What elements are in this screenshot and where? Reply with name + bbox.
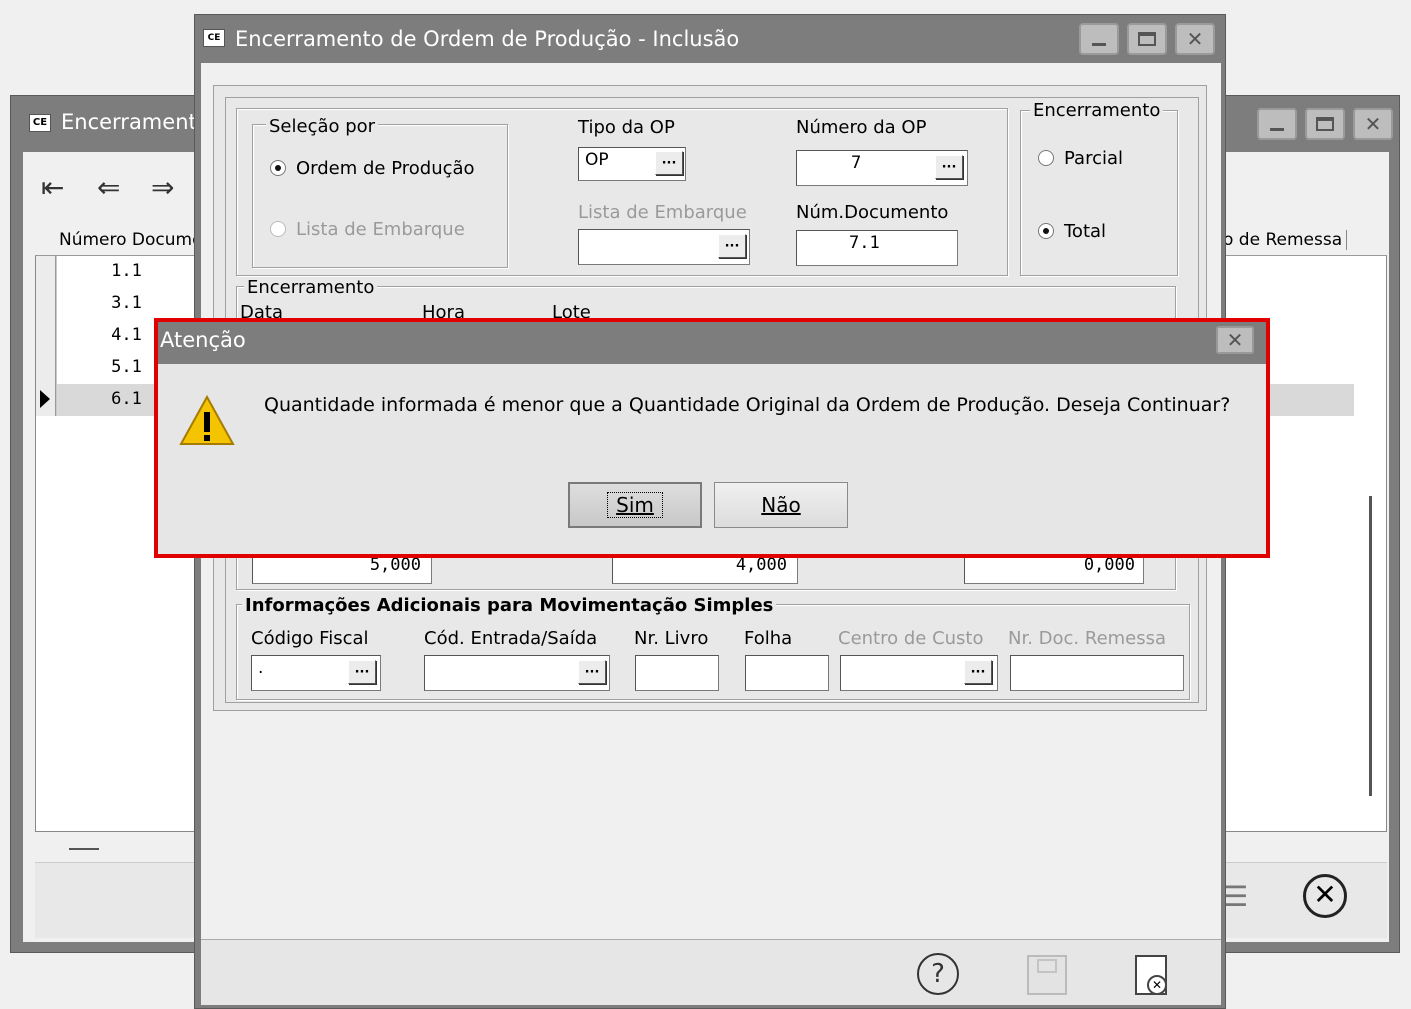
alert-dialog: Atenção ✕ Quantidade informada é menor q…: [158, 322, 1266, 554]
radio-parcial[interactable]: [1038, 150, 1054, 166]
save-button[interactable]: [1027, 955, 1067, 995]
folha-label: Folha: [744, 628, 793, 649]
back-maximize-button[interactable]: [1305, 108, 1345, 140]
grid-scrollbar[interactable]: [1369, 496, 1372, 796]
grid-col-header-right[interactable]: o de Remessa: [1223, 230, 1348, 250]
close-icon: ✕: [1186, 27, 1204, 51]
nr-livro-field[interactable]: [635, 655, 719, 691]
radio-total[interactable]: [1038, 223, 1054, 239]
row-indicator: [36, 384, 56, 416]
top-row-group: [236, 108, 1008, 276]
codigo-fiscal-lookup-button[interactable]: ···: [348, 660, 376, 684]
grid-col-header[interactable]: Número Docume: [59, 230, 203, 250]
main-minimize-button[interactable]: [1079, 23, 1119, 55]
nav-next-icon[interactable]: ⇒: [151, 171, 174, 204]
cod-entrada-saida-lookup-button[interactable]: ···: [578, 660, 606, 684]
row-indicator: [36, 320, 56, 352]
nr-doc-remessa-field[interactable]: [1010, 655, 1184, 691]
main-close-button[interactable]: ✕: [1175, 23, 1215, 55]
nav-first-icon[interactable]: ⇤: [41, 171, 64, 204]
main-footer: [201, 939, 1221, 1005]
main-maximize-button[interactable]: [1127, 23, 1167, 55]
no-button-label: Não: [761, 493, 801, 517]
back-minimize-button[interactable]: [1257, 108, 1297, 140]
row-indicator: [36, 352, 56, 384]
back-window-logo: CE: [29, 114, 51, 132]
main-window-logo: CE: [203, 29, 225, 47]
back-close-button[interactable]: ✕: [1353, 108, 1393, 140]
centro-custo-label: Centro de Custo: [838, 628, 984, 649]
table-cell: 3.1: [56, 288, 196, 320]
encerramento-tipo-title: Encerramento: [1030, 100, 1164, 121]
row-indicator: [36, 288, 56, 320]
info-adicionais-title: Informações Adicionais para Movimentação…: [242, 595, 777, 616]
nr-livro-label: Nr. Livro: [634, 628, 709, 649]
cancel-doc-icon: ✕: [1147, 975, 1167, 995]
back-window-title: Encerrament: [61, 110, 197, 134]
table-row[interactable]: 3.1: [36, 288, 196, 320]
minimize-icon: [1092, 42, 1106, 46]
maximize-icon: [1138, 32, 1156, 46]
current-row-arrow-icon: [40, 390, 50, 408]
close-icon: ✕: [1364, 112, 1382, 136]
yes-button[interactable]: Sim: [568, 482, 702, 528]
table-cell: 1.1: [56, 256, 196, 288]
dialog-message: Quantidade informada é menor que a Quant…: [264, 394, 1231, 416]
table-row[interactable]: 1.1: [36, 256, 196, 288]
dialog-title-bar: [158, 322, 1266, 364]
save-icon: [1037, 959, 1057, 973]
maximize-icon: [1316, 117, 1334, 131]
yes-button-label: Sim: [607, 492, 663, 518]
radio-total-label[interactable]: Total: [1064, 221, 1106, 242]
close-circle-icon[interactable]: ✕: [1303, 874, 1347, 918]
main-window-title: Encerramento de Ordem de Produção - Incl…: [235, 27, 740, 51]
nr-doc-remessa-label: Nr. Doc. Remessa: [1008, 628, 1167, 649]
row-indicator: [36, 256, 56, 288]
encerramento-tipo-group: [1020, 110, 1178, 276]
minimize-icon: [1270, 127, 1284, 131]
help-button[interactable]: ?: [917, 953, 959, 995]
footer-minus-mark: [69, 848, 99, 850]
nav-prev-icon[interactable]: ⇐: [97, 171, 120, 204]
folha-field[interactable]: [745, 655, 829, 691]
no-button[interactable]: Não: [714, 482, 848, 528]
encerramento-group-title: Encerramento: [244, 277, 378, 298]
radio-parcial-label[interactable]: Parcial: [1064, 148, 1123, 169]
dialog-title: Atenção: [160, 328, 246, 352]
cod-entrada-saida-label: Cód. Entrada/Saída: [424, 628, 598, 649]
codigo-fiscal-label: Código Fiscal: [251, 628, 369, 649]
centro-custo-lookup-button[interactable]: ···: [964, 660, 992, 684]
menu-icon[interactable]: ☰: [1223, 880, 1248, 913]
cancel-document-button[interactable]: ✕: [1135, 955, 1167, 995]
warning-icon: [179, 394, 235, 445]
dialog-close-button[interactable]: ✕: [1216, 326, 1254, 354]
